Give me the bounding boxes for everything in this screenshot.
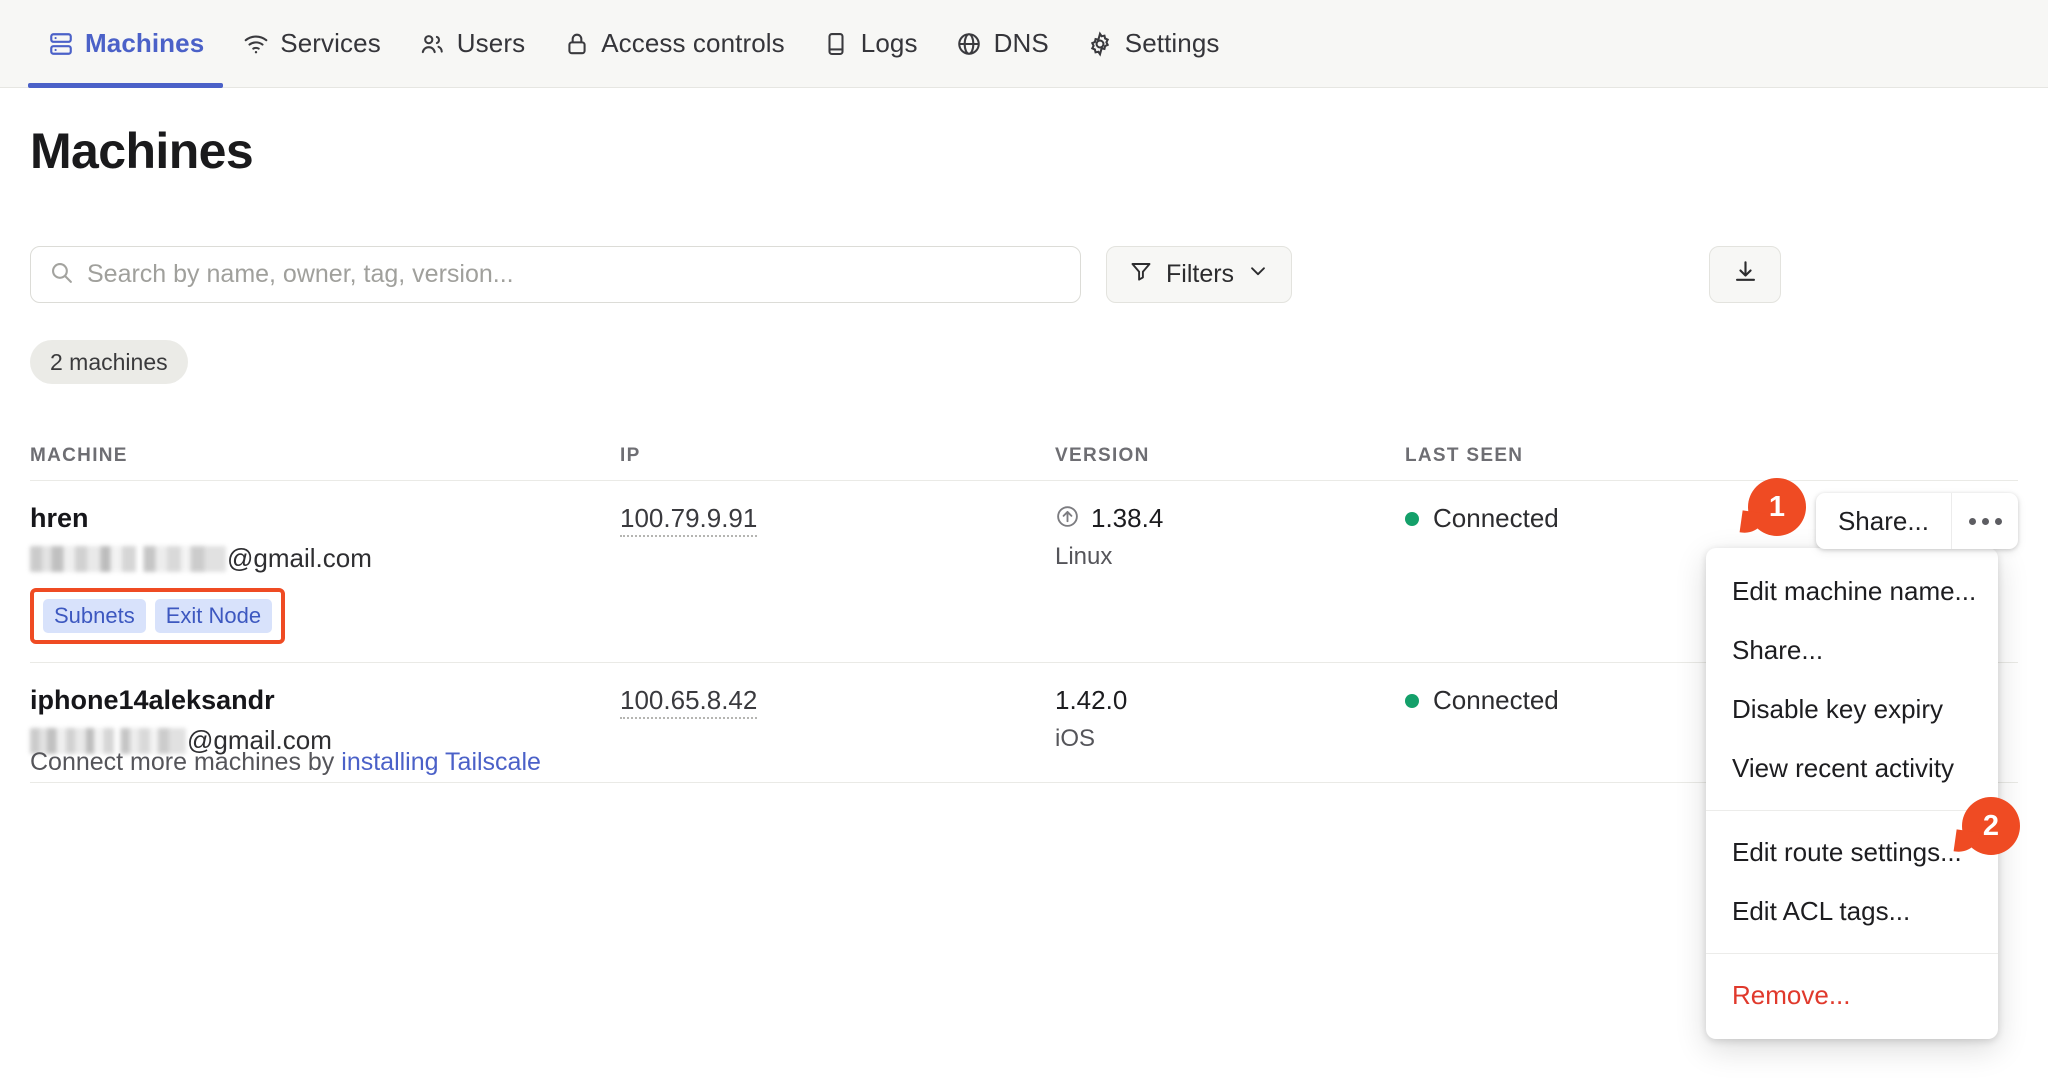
- nav-item-logs[interactable]: Logs: [804, 0, 937, 88]
- machine-cell: hren @gmail.com Subnets Exit Node: [30, 503, 620, 644]
- nav-item-users[interactable]: Users: [400, 0, 544, 88]
- menu-item-edit-machine-name[interactable]: Edit machine name...: [1706, 562, 1998, 621]
- wifi-icon: [242, 30, 269, 57]
- nav-item-dns[interactable]: DNS: [937, 0, 1068, 88]
- filters-button[interactable]: Filters: [1106, 246, 1293, 303]
- globe-icon: [956, 30, 983, 57]
- share-button[interactable]: Share...: [1816, 493, 1952, 549]
- owner-email-domain: @gmail.com: [227, 543, 372, 573]
- chevron-down-icon: [1247, 260, 1269, 289]
- machine-os: iOS: [1055, 725, 1096, 752]
- ip-cell: 100.79.9.91: [620, 503, 1055, 537]
- ellipsis-icon[interactable]: [1952, 493, 2018, 549]
- menu-item-remove[interactable]: Remove...: [1706, 966, 1998, 1025]
- step-marker-1: 1: [1748, 478, 1806, 536]
- column-header-last-seen: LAST SEEN: [1405, 445, 1524, 466]
- nav-item-label: Logs: [860, 28, 918, 58]
- status-dot-icon: [1405, 511, 1419, 526]
- nav-item-label: DNS: [993, 28, 1049, 58]
- nav-item-settings[interactable]: Settings: [1068, 0, 1239, 88]
- machine-name[interactable]: iphone14aleksandr: [30, 685, 620, 716]
- row-actions: Share...: [1815, 493, 2018, 549]
- version-cell: 1.42.0 iOS: [1055, 685, 1405, 753]
- lock-icon: [563, 30, 590, 57]
- machine-actions-menu: Edit machine name... Share... Disable ke…: [1706, 548, 1998, 1039]
- machine-version: 1.38.4: [1091, 503, 1164, 533]
- search-placeholder: Search by name, owner, tag, version...: [87, 260, 514, 288]
- menu-divider: [1706, 953, 1998, 954]
- menu-item-share[interactable]: Share...: [1706, 621, 1998, 680]
- filters-label: Filters: [1166, 260, 1235, 288]
- redacted-owner-email: [30, 545, 226, 572]
- menu-divider: [1706, 810, 1998, 811]
- top-navigation: Machines Services Users Access controls …: [0, 0, 2048, 88]
- users-icon: [419, 30, 446, 57]
- nav-item-access-controls[interactable]: Access controls: [544, 0, 804, 88]
- server-icon: [47, 30, 74, 57]
- step-marker-2: 2: [1962, 797, 2020, 855]
- nav-item-services[interactable]: Services: [223, 0, 400, 88]
- footer-text: Connect more machines by: [30, 748, 335, 776]
- column-header-machine: MACHINE: [30, 445, 128, 466]
- column-header-version: VERSION: [1055, 445, 1150, 466]
- footer-hint: Connect more machines by installing Tail…: [30, 748, 541, 777]
- download-icon: [1732, 259, 1759, 291]
- toolbar: Search by name, owner, tag, version... F…: [30, 246, 1293, 303]
- machine-count-badge: 2 machines: [30, 340, 188, 384]
- nav-item-label: Access controls: [601, 28, 785, 58]
- active-tab-underline: [28, 82, 224, 88]
- nav-item-label: Services: [280, 28, 381, 58]
- menu-item-view-recent-activity[interactable]: View recent activity: [1706, 739, 1998, 798]
- machine-name[interactable]: hren: [30, 503, 620, 534]
- machine-ip[interactable]: 100.79.9.91: [620, 503, 758, 537]
- nav-item-label: Users: [456, 28, 526, 58]
- machine-owner: @gmail.com: [30, 543, 620, 574]
- document-icon: [823, 30, 850, 57]
- status-label: Connected: [1433, 503, 1559, 533]
- machine-os: Linux: [1055, 543, 1113, 570]
- page-title: Machines: [30, 123, 254, 179]
- search-input[interactable]: Search by name, owner, tag, version...: [30, 246, 1081, 303]
- machine-version: 1.42.0: [1055, 685, 1128, 715]
- search-icon: [49, 260, 74, 290]
- table-header-row: MACHINE IP VERSION LAST SEEN: [30, 432, 2018, 480]
- status-label: Connected: [1433, 685, 1559, 715]
- nav-item-machines[interactable]: Machines: [28, 0, 224, 88]
- arrow-up-circle-icon[interactable]: [1055, 504, 1080, 534]
- ip-cell: 100.65.8.42: [620, 685, 1055, 719]
- menu-item-disable-key-expiry[interactable]: Disable key expiry: [1706, 680, 1998, 739]
- nav-item-label: Settings: [1124, 28, 1220, 58]
- machines-page: Machines Services Users Access controls …: [0, 0, 2048, 1083]
- column-header-ip: IP: [620, 445, 641, 466]
- tag-subnets[interactable]: Subnets: [43, 599, 146, 633]
- install-tailscale-link[interactable]: installing Tailscale: [341, 748, 541, 776]
- gear-icon: [1087, 30, 1114, 57]
- status-dot-icon: [1405, 693, 1419, 708]
- machine-tags-highlighted: Subnets Exit Node: [30, 588, 286, 644]
- machine-cell: iphone14aleksandr @gmail.com: [30, 685, 620, 756]
- funnel-icon: [1129, 259, 1153, 290]
- menu-item-edit-acl-tags[interactable]: Edit ACL tags...: [1706, 882, 1998, 941]
- tag-exit-node[interactable]: Exit Node: [154, 599, 273, 633]
- menu-item-edit-route-settings[interactable]: Edit route settings...: [1706, 823, 1998, 882]
- nav-item-label: Machines: [85, 28, 205, 58]
- download-button[interactable]: [1709, 246, 1781, 303]
- machine-ip[interactable]: 100.65.8.42: [620, 685, 758, 719]
- version-cell: 1.38.4 Linux: [1055, 503, 1405, 571]
